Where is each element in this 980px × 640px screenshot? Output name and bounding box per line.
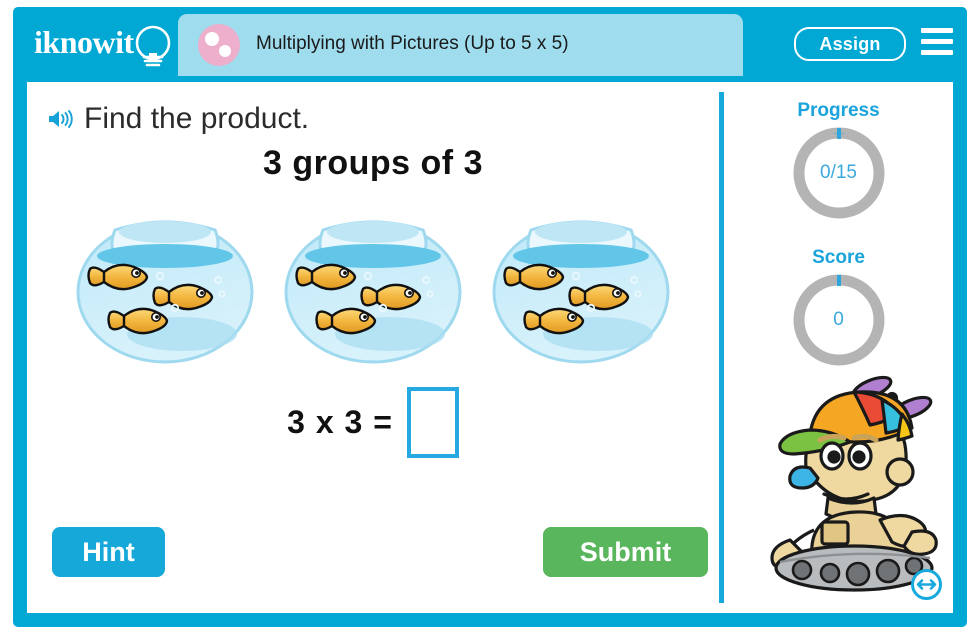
equation-row: 3 x 3 = bbox=[27, 387, 719, 458]
robot-mascot-icon bbox=[770, 375, 938, 592]
header-bar: iknowit Multiplying with Pictures (Up to… bbox=[13, 7, 967, 82]
hamburger-menu-icon[interactable] bbox=[921, 28, 953, 55]
score-ring: 0 bbox=[790, 271, 888, 369]
question-text: 3 groups of 3 bbox=[263, 144, 483, 182]
score-label: Score bbox=[812, 247, 865, 268]
fishbowl-icon bbox=[284, 220, 462, 364]
score-meter: Score 0 bbox=[724, 247, 953, 369]
content-panel: Find the product. 3 groups of 3 3 x 3 = … bbox=[27, 82, 953, 613]
status-rail: Progress 0/15 Score 0 bbox=[724, 82, 953, 613]
resize-horizontal-icon[interactable] bbox=[911, 569, 942, 600]
app-root: iknowit Multiplying with Pictures (Up to… bbox=[0, 0, 980, 640]
progress-meter: Progress 0/15 bbox=[724, 100, 953, 222]
fishbowl-icon bbox=[492, 220, 670, 364]
answer-input[interactable] bbox=[406, 387, 459, 458]
equation-text: 3 x 3 = bbox=[287, 404, 393, 440]
speaker-icon[interactable] bbox=[47, 107, 75, 131]
prompt-row: Find the product. bbox=[47, 102, 309, 136]
app-frame: iknowit Multiplying with Pictures (Up to… bbox=[13, 7, 967, 627]
lesson-title: Multiplying with Pictures (Up to 5 x 5) bbox=[256, 33, 569, 54]
brand-logo-text: iknowit bbox=[34, 24, 134, 60]
fishbowl-icon bbox=[76, 220, 254, 364]
brand-logo[interactable]: iknowit bbox=[34, 20, 184, 72]
progress-ring: 0/15 bbox=[790, 124, 888, 222]
progress-label: Progress bbox=[797, 100, 880, 121]
submit-button[interactable]: Submit bbox=[543, 527, 708, 577]
progress-value: 0/15 bbox=[820, 162, 857, 183]
lesson-title-pill: Multiplying with Pictures (Up to 5 x 5) bbox=[178, 14, 743, 76]
score-value: 0 bbox=[833, 309, 844, 330]
lightbulb-icon bbox=[135, 25, 171, 67]
pink-dots-icon bbox=[198, 24, 240, 66]
assign-button[interactable]: Assign bbox=[794, 27, 906, 61]
prompt-text: Find the product. bbox=[84, 102, 310, 135]
fishbowl-group-container bbox=[27, 200, 719, 365]
hint-button[interactable]: Hint bbox=[52, 527, 165, 577]
